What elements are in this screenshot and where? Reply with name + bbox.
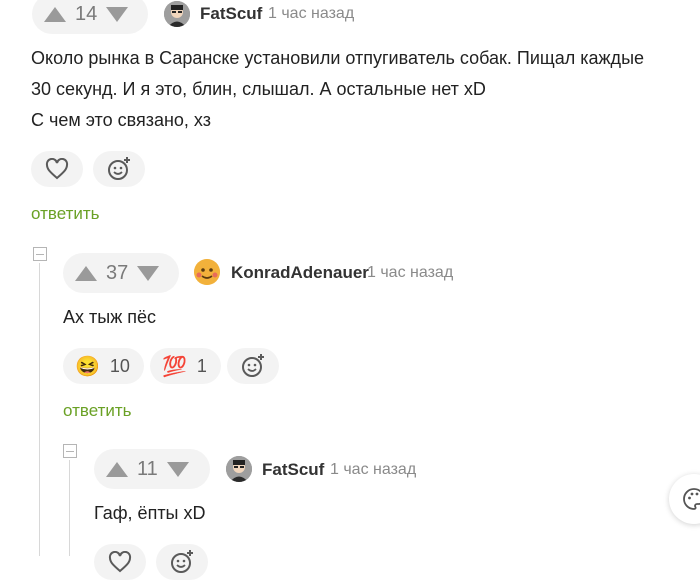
downvote-icon[interactable] bbox=[137, 265, 160, 281]
reaction-button[interactable]: 😆 10 bbox=[63, 348, 144, 384]
heart-icon bbox=[45, 158, 69, 180]
vote-control: 37 bbox=[63, 253, 179, 293]
hundred-points-emoji: 💯 bbox=[162, 355, 187, 378]
add-reaction-button[interactable] bbox=[156, 544, 208, 580]
collapse-icon[interactable] bbox=[33, 247, 47, 261]
upvote-icon[interactable] bbox=[44, 6, 66, 22]
thread-line bbox=[39, 263, 40, 556]
thread-line bbox=[69, 460, 70, 556]
like-button[interactable] bbox=[94, 544, 146, 580]
like-button[interactable] bbox=[31, 151, 83, 187]
timestamp[interactable]: 1 час назад bbox=[367, 264, 453, 282]
comment-line: Около рынка в Саранске установили отпуги… bbox=[31, 48, 645, 68]
heart-icon bbox=[108, 551, 132, 573]
comment-text: Около рынка в Саранске установили отпуги… bbox=[31, 43, 691, 136]
palette-icon bbox=[683, 488, 700, 510]
timestamp[interactable]: 1 час назад bbox=[268, 5, 354, 23]
upvote-icon[interactable] bbox=[106, 461, 128, 477]
add-reaction-icon bbox=[242, 354, 264, 377]
comment-line: 30 секунд. И я это, блин, слышал. А оста… bbox=[31, 79, 486, 99]
avatar[interactable] bbox=[226, 456, 252, 482]
avatar[interactable] bbox=[164, 1, 190, 27]
author-name[interactable]: FatScuf bbox=[262, 460, 324, 480]
add-reaction-icon bbox=[171, 550, 193, 573]
add-reaction-button[interactable] bbox=[93, 151, 145, 187]
reaction-button[interactable]: 💯 1 bbox=[150, 348, 221, 384]
add-reaction-icon bbox=[108, 157, 130, 180]
timestamp[interactable]: 1 час назад bbox=[330, 461, 416, 479]
collapse-icon[interactable] bbox=[63, 444, 77, 458]
downvote-icon[interactable] bbox=[106, 6, 129, 22]
rating-count: 11 bbox=[137, 457, 158, 480]
upvote-icon[interactable] bbox=[75, 265, 97, 281]
comment-text: Ах тыж пёс bbox=[63, 307, 156, 327]
downvote-icon[interactable] bbox=[166, 461, 189, 477]
reply-link[interactable]: ответить bbox=[31, 204, 100, 224]
reaction-count: 1 bbox=[196, 355, 207, 376]
reply-link[interactable]: ответить bbox=[63, 401, 132, 421]
reaction-count: 10 bbox=[109, 355, 130, 376]
author-name[interactable]: FatScuf bbox=[200, 4, 262, 24]
rating-count: 37 bbox=[106, 261, 129, 284]
theme-button[interactable] bbox=[669, 474, 700, 524]
comment-line: С чем это связано, хз bbox=[31, 110, 211, 130]
vote-control: 11 bbox=[94, 449, 210, 489]
add-reaction-button[interactable] bbox=[227, 348, 279, 384]
avatar[interactable] bbox=[194, 259, 220, 285]
grinning-squinting-face-emoji: 😆 bbox=[75, 355, 100, 378]
author-name[interactable]: KonradAdenauer bbox=[231, 263, 369, 283]
rating-count: 14 bbox=[75, 2, 98, 25]
comment-text: Гаф, ёпты xD bbox=[94, 503, 206, 523]
vote-control: 14 bbox=[32, 0, 148, 34]
